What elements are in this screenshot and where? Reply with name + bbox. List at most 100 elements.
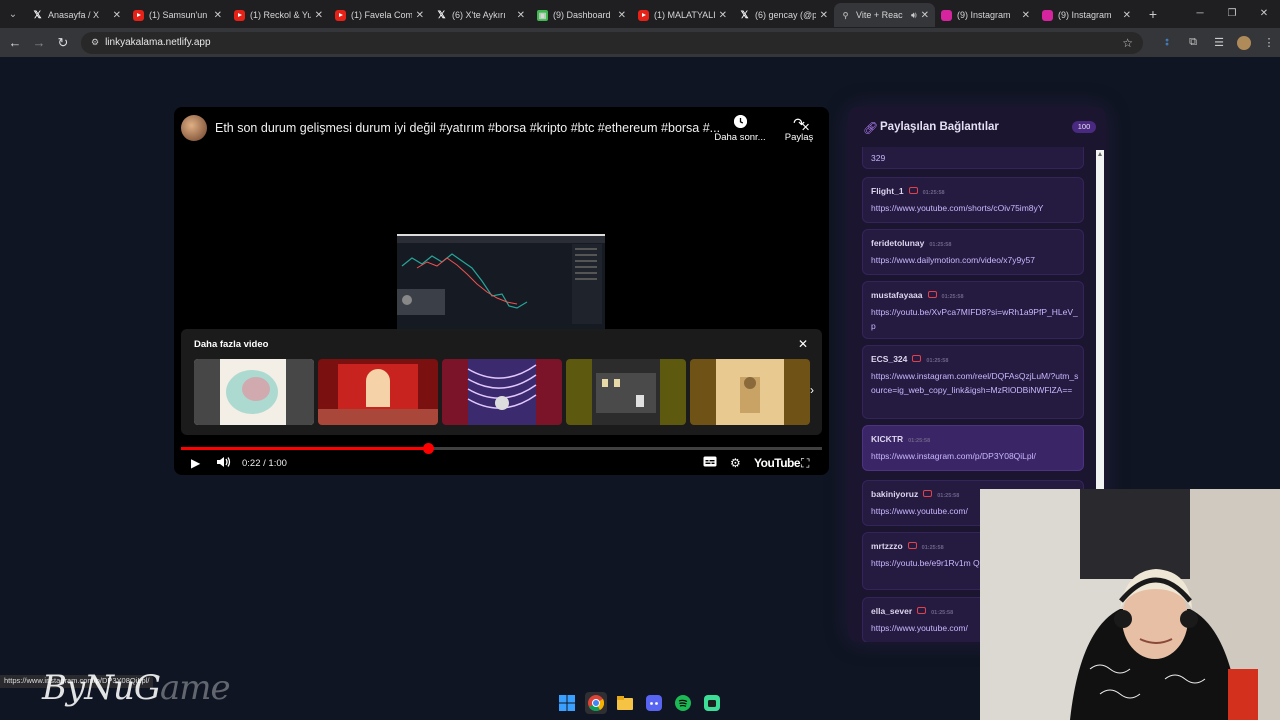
link-card-partial[interactable]: 329 — [862, 147, 1084, 169]
new-tab-button[interactable]: + — [1141, 6, 1165, 22]
menu-icon[interactable]: ⋮ — [1261, 36, 1277, 50]
youtube-logo[interactable]: YouTube — [754, 456, 801, 470]
tab-close-icon[interactable]: ✕ — [1123, 10, 1131, 21]
suggested-video-thumb[interactable] — [194, 359, 314, 425]
link-url[interactable]: https://www.instagram.com/p/DP3Y08QiLpl/ — [871, 450, 1079, 464]
app-icon[interactable] — [701, 692, 723, 714]
site-info-icon[interactable]: ⚙ — [91, 37, 99, 48]
tab-close-icon[interactable]: ✕ — [517, 10, 525, 21]
tab-close-icon[interactable]: ✕ — [820, 10, 828, 21]
link-username: mrtzzzo — [871, 541, 903, 551]
volume-icon[interactable] — [217, 456, 231, 471]
tab-close-icon[interactable]: ✕ — [1022, 10, 1030, 21]
tab-close-icon[interactable]: ✕ — [618, 10, 626, 21]
link-card[interactable]: Flight_1 01:25:58 https://www.youtube.com/… — [862, 177, 1084, 223]
extension-icon[interactable]: ⦂ — [1159, 36, 1175, 50]
watch-later-button[interactable]: Daha sonr... — [714, 115, 766, 143]
tab-audio-icon[interactable]: 🔊︎ — [911, 10, 917, 21]
tab-close-icon[interactable]: ✕ — [719, 10, 727, 21]
link-timestamp: 01:25:58 — [922, 190, 945, 196]
tab-close-icon[interactable]: ✕ — [113, 10, 121, 21]
chrome-icon[interactable] — [585, 692, 607, 714]
window-controls: ─ ❐ ✕ — [1184, 0, 1280, 28]
channel-avatar[interactable] — [181, 115, 207, 141]
browser-tab[interactable]: (9) Instagram ✕ — [1036, 3, 1137, 27]
video-player[interactable]: Eth son durum gelişmesi durum iyi değil … — [174, 107, 829, 475]
youtube-icon — [234, 9, 245, 21]
spotify-icon[interactable] — [672, 692, 694, 714]
link-username: Flight_1 — [871, 186, 904, 196]
fullscreen-icon[interactable]: ⛶ — [801, 456, 809, 471]
bookmark-star-icon[interactable]: ☆ — [1122, 36, 1133, 50]
browser-tab[interactable]: (1) MALATYALI ✕ — [632, 3, 733, 27]
link-card[interactable]: feridetolunay 01:25:58 https://www.dailymo… — [862, 229, 1084, 275]
link-card[interactable]: KICKTR 01:25:58 https://www.instagram.com/… — [862, 425, 1084, 471]
subtitles-icon[interactable] — [703, 456, 717, 470]
link-card-header: Flight_1 01:25:58 — [871, 186, 945, 196]
browser-tab[interactable]: ▣ (9) Dashboard ✕ — [531, 3, 632, 27]
link-url[interactable]: https://www.youtube.com/shorts/cOiv75im8… — [871, 202, 1079, 216]
link-url[interactable]: https://www.dailymotion.com/video/x7y9y5… — [871, 254, 1079, 268]
browser-tab[interactable]: (1) Reckol & Yu ✕ — [228, 3, 329, 27]
link-card[interactable]: ECS_324 01:25:58 https://www.instagram.com… — [862, 345, 1084, 419]
link-card-header: feridetolunay 01:25:58 — [871, 238, 951, 248]
more-videos-close-icon[interactable]: ✕ — [798, 337, 808, 351]
browser-tab[interactable]: (1) Favela Com ✕ — [329, 3, 430, 27]
share-button[interactable]: ↷ Paylaş — [779, 115, 819, 143]
tab-close-icon[interactable]: ✕ — [921, 10, 929, 21]
tab-label: Anasayfa / X — [48, 10, 100, 20]
browser-tab[interactable]: (1) Samsun'un ✕ — [127, 3, 228, 27]
browser-toolbar: ← → ↻ ⚙ linkyakalama.netlify.app ☆ ⦂ ⧉ ☰… — [0, 28, 1280, 57]
browser-tab[interactable]: 𝕏 Anasayfa / X ✕ — [26, 3, 127, 27]
suggested-video-thumb[interactable] — [690, 359, 810, 425]
suggested-video-thumb[interactable] — [318, 359, 438, 425]
browser-tab[interactable]: 𝕏 (6) X'te Aykırı ✕ — [430, 3, 531, 27]
tab-close-icon[interactable]: ✕ — [416, 10, 424, 21]
link-card-header: KICKTR 01:25:58 — [871, 434, 930, 444]
more-videos-next-icon[interactable]: › — [810, 383, 814, 397]
tab-close-icon[interactable]: ✕ — [315, 10, 323, 21]
close-window-icon[interactable]: ✕ — [1248, 0, 1280, 28]
restore-icon[interactable]: ❐ — [1216, 0, 1248, 28]
video-source-icon — [917, 607, 927, 615]
stream-watermark: ByNuGame — [42, 668, 231, 708]
back-icon[interactable]: ← — [3, 35, 27, 50]
link-card-header: mrtzzzo 01:25:58 — [871, 541, 944, 551]
browser-tab[interactable]: ⚲ Vite + Reac 🔊︎ ✕ — [834, 3, 935, 27]
profile-avatar[interactable] — [1237, 35, 1251, 50]
video-title[interactable]: Eth son durum gelişmesi durum iyi değil … — [215, 121, 720, 135]
link-card-header: bakiniyoruz 01:25:58 — [871, 489, 959, 499]
link-url[interactable]: https://youtu.be/XvPca7MIFD8?si=wRh1a9Pf… — [871, 306, 1079, 333]
link-count-badge: 100 — [1072, 121, 1096, 133]
link-timestamp: 01:25:58 — [937, 493, 960, 499]
tab-search-icon[interactable]: ⌄ — [0, 0, 26, 28]
link-card[interactable]: mustafayaaa 01:25:58 https://youtu.be/XvPc… — [862, 281, 1084, 339]
tab-label: Vite + Reac — [856, 10, 903, 20]
video-source-icon — [923, 490, 933, 498]
reading-list-icon[interactable]: ☰ — [1211, 36, 1227, 50]
close-overlay-icon[interactable]: ✕ — [801, 121, 810, 134]
browser-tab[interactable]: (9) Instagram ✕ — [935, 3, 1036, 27]
reload-icon[interactable]: ↻ — [51, 35, 75, 51]
link-url[interactable]: https://www.instagram.com/reel/DQFAsQzjL… — [871, 370, 1079, 397]
clock-icon — [733, 115, 747, 128]
scrollbar[interactable] — [1096, 150, 1104, 490]
tab-close-icon[interactable]: ✕ — [214, 10, 222, 21]
link-url[interactable]: 329 — [871, 152, 1079, 166]
discord-icon[interactable] — [643, 692, 665, 714]
tab-list: 𝕏 Anasayfa / X ✕ (1) Samsun'un ✕ (1) Reckol &… — [26, 1, 1137, 27]
minimize-icon[interactable]: ─ — [1184, 0, 1216, 28]
progress-fill — [181, 447, 428, 450]
settings-icon[interactable]: ⚙ — [730, 456, 741, 470]
suggested-video-thumb[interactable] — [566, 359, 686, 425]
suggested-video-thumb[interactable] — [442, 359, 562, 425]
progress-bar[interactable] — [181, 443, 822, 454]
puzzle-icon[interactable]: ⧉ — [1185, 36, 1201, 50]
address-bar[interactable]: ⚙ linkyakalama.netlify.app ☆ — [81, 31, 1143, 54]
file-explorer-icon[interactable] — [614, 692, 636, 714]
play-icon[interactable]: ▶ — [191, 456, 200, 470]
browser-tab[interactable]: 𝕏 (6) gencay (@p ✕ — [733, 3, 834, 27]
forward-icon[interactable]: → — [27, 35, 51, 50]
chart-frame-image — [397, 236, 605, 331]
windows-start-icon[interactable] — [556, 692, 578, 714]
